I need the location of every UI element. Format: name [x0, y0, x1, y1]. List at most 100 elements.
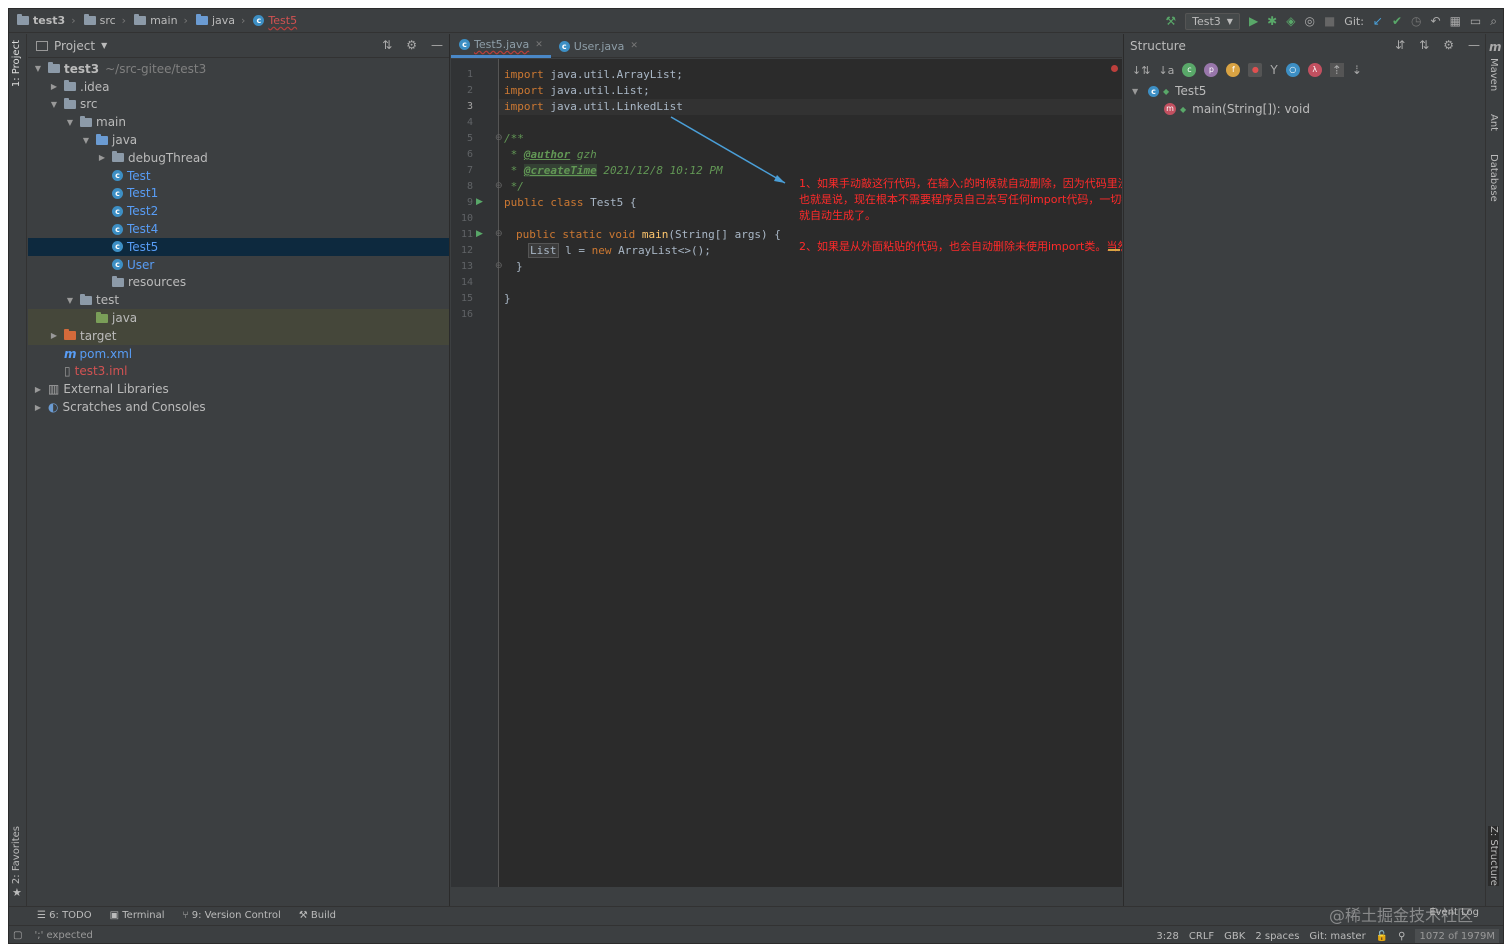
chevron-down-icon[interactable]: ▼	[101, 41, 107, 50]
git-branch[interactable]: Git: master	[1309, 931, 1365, 942]
expand-arrow-icon[interactable]: ▼	[32, 64, 44, 73]
minimize-icon[interactable]: —	[1468, 38, 1480, 52]
gear-icon[interactable]: ⚙	[1443, 38, 1454, 52]
tree-item-test3[interactable]: ▼ test3 ~/src-gitee/test3	[28, 60, 449, 78]
breadcrumb-main[interactable]: main ›	[134, 14, 188, 27]
tree-item-test-java[interactable]: java	[28, 309, 449, 327]
tree-item-java[interactable]: ▼ java	[28, 131, 449, 149]
autoscroll-to-source-icon[interactable]: ⇡	[1329, 63, 1344, 77]
project-structure-icon[interactable]: ▦	[1450, 15, 1461, 27]
git-rollback-icon[interactable]: ↶	[1431, 15, 1441, 27]
gear-icon[interactable]: ⚙	[406, 38, 417, 52]
build-hammer-icon[interactable]: ⚒	[1165, 15, 1176, 27]
file-encoding[interactable]: GBK	[1224, 931, 1245, 942]
sort-alpha-icon[interactable]: ↓a	[1158, 64, 1174, 77]
expand-arrow-icon[interactable]: ▼	[1132, 87, 1144, 96]
structure-item-method[interactable]: m ◆ main(String[]): void	[1124, 100, 1486, 118]
tree-item-iml[interactable]: ▯ test3.iml	[28, 363, 449, 381]
git-history-icon[interactable]: ◷	[1411, 15, 1421, 27]
show-lambdas-icon[interactable]: λ	[1307, 63, 1322, 77]
tab-test5-java[interactable]: c Test5.java ✕	[451, 34, 551, 58]
database-tool-tab[interactable]: Database	[1488, 154, 1499, 202]
package-icon	[112, 151, 124, 163]
expand-arrow-icon[interactable]: ▼	[64, 118, 76, 127]
tab-version-control[interactable]: ⑂ 9: Version Control	[183, 910, 281, 921]
favorites-tool-tab[interactable]: 2: Favorites	[11, 826, 22, 884]
show-fields-icon[interactable]: f	[1226, 63, 1241, 77]
show-inherited-icon[interactable]: c	[1182, 63, 1197, 77]
run-icon[interactable]: ▶	[1249, 15, 1258, 27]
tree-item-main[interactable]: ▼ main	[28, 113, 449, 131]
tree-item-idea[interactable]: ▶ .idea	[28, 78, 449, 96]
git-update-icon[interactable]: ↙	[1373, 15, 1383, 27]
sort-visibility-icon[interactable]: ↓⇅	[1132, 64, 1150, 77]
tree-item-test1[interactable]: c Test1	[28, 185, 449, 203]
structure-tool-tab[interactable]: Z: Structure	[1488, 826, 1499, 886]
tree-item-test[interactable]: c Test	[28, 167, 449, 185]
memory-indicator[interactable]: 1072 of 1979M	[1415, 928, 1499, 943]
git-commit-icon[interactable]: ✔	[1392, 15, 1402, 27]
expand-arrow-icon[interactable]: ▶	[32, 403, 44, 412]
expand-arrow-icon[interactable]: ▼	[80, 136, 92, 145]
tree-item-test2[interactable]: c Test2	[28, 202, 449, 220]
profile-icon[interactable]: ◎	[1304, 15, 1314, 27]
tree-item-test5[interactable]: c Test5	[28, 237, 449, 256]
tree-item-target[interactable]: ▶ target	[28, 326, 449, 345]
code-editor[interactable]: 1 2 3 4 5 6 7 8 9 10 11 12 13 14 15 16 ▶…	[451, 59, 1122, 887]
show-anonymous-icon[interactable]: ○	[1285, 63, 1300, 77]
presentation-icon[interactable]: ▭	[1470, 15, 1481, 27]
breadcrumb-src[interactable]: src ›	[83, 14, 126, 27]
caret-position[interactable]: 3:28	[1156, 931, 1178, 942]
project-tool-tab[interactable]: 1: Project	[11, 40, 22, 87]
tree-item-src[interactable]: ▼ src	[28, 96, 449, 114]
line-separator[interactable]: CRLF	[1189, 931, 1214, 942]
stop-icon[interactable]: ■	[1324, 15, 1335, 27]
indent-setting[interactable]: 2 spaces	[1255, 931, 1299, 942]
show-properties-icon[interactable]: p	[1204, 63, 1219, 77]
tab-terminal[interactable]: ▣ Terminal	[110, 910, 165, 921]
expand-arrow-icon[interactable]: ▶	[48, 331, 60, 340]
tab-user-java[interactable]: c User.java ✕	[551, 34, 646, 58]
tab-build[interactable]: ⚒ Build	[299, 910, 336, 921]
expand-arrow-icon[interactable]: ▼	[64, 296, 76, 305]
tree-item-resources[interactable]: resources	[28, 274, 449, 292]
breadcrumb-test3[interactable]: test3 ›	[17, 14, 76, 27]
tree-item-scratches[interactable]: ▶ ◐ Scratches and Consoles	[28, 398, 449, 416]
inspector-icon[interactable]: ⚲	[1398, 931, 1405, 942]
maven-tool-tab[interactable]: Maven	[1488, 58, 1499, 91]
search-icon[interactable]: ⌕	[1490, 15, 1497, 27]
ant-tool-tab[interactable]: Ant	[1488, 114, 1499, 131]
collapse-all-icon[interactable]: ⇅	[382, 38, 392, 52]
expand-all-icon[interactable]: ⇵	[1395, 38, 1405, 52]
autoscroll-from-source-icon[interactable]: ⇣	[1352, 63, 1362, 77]
show-non-public-icon[interactable]: ●	[1248, 63, 1263, 77]
tree-item-test-dir[interactable]: ▼ test	[28, 291, 449, 309]
error-stripe-icon[interactable]	[1111, 65, 1118, 72]
project-panel-title[interactable]: Project	[54, 39, 95, 53]
tree-item-test4[interactable]: c Test4	[28, 220, 449, 238]
tree-item-external-libraries[interactable]: ▶ ▥ External Libraries	[28, 380, 449, 398]
expand-arrow-icon[interactable]: ▶	[48, 82, 60, 91]
tree-item-user[interactable]: c User	[28, 256, 449, 274]
expand-arrow-icon[interactable]: ▶	[32, 385, 44, 394]
lock-icon[interactable]: 🔓	[1376, 931, 1388, 942]
minimize-icon[interactable]: —	[431, 38, 443, 52]
close-icon[interactable]: ✕	[535, 40, 543, 50]
tree-item-debugthread[interactable]: ▶ debugThread	[28, 149, 449, 167]
expand-arrow-icon[interactable]: ▼	[48, 100, 60, 109]
expand-arrow-icon[interactable]: ▶	[96, 153, 108, 162]
tree-item-pom[interactable]: m pom.xml	[28, 345, 449, 363]
debug-icon[interactable]: ✱	[1267, 15, 1277, 27]
run-config-select[interactable]: Test3 ▼	[1185, 12, 1240, 30]
show-hierarchy-icon[interactable]: Y	[1270, 63, 1277, 77]
warning-stripe-mark[interactable]	[1108, 249, 1120, 251]
structure-item-class[interactable]: ▼ c ◆ Test5	[1124, 82, 1486, 100]
toggle-panels-icon[interactable]: ▢	[13, 930, 22, 941]
close-icon[interactable]: ✕	[630, 41, 638, 51]
breadcrumb-test5[interactable]: c Test5	[253, 14, 297, 27]
coverage-icon[interactable]: ◈	[1286, 15, 1295, 27]
collapse-all-icon[interactable]: ⇅	[1419, 38, 1429, 52]
event-log-tab[interactable]: Event Log	[1429, 907, 1479, 918]
tab-todo[interactable]: ☰ 6: TODO	[37, 910, 92, 921]
breadcrumb-java[interactable]: java ›	[195, 14, 245, 27]
